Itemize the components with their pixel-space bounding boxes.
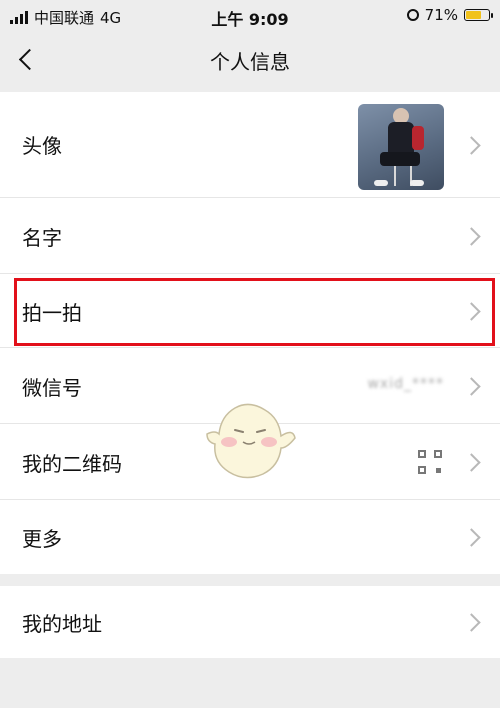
row-label: 名字 [22, 226, 62, 250]
chevron-right-icon [462, 136, 481, 155]
qr-code-icon [418, 450, 442, 474]
alarm-icon [406, 9, 419, 21]
status-right: 71% [406, 6, 493, 24]
chevron-right-icon [462, 613, 481, 632]
avatar [358, 104, 444, 190]
row-name[interactable]: 名字 [0, 198, 500, 274]
row-label: 微信号 [22, 376, 82, 400]
row-pat[interactable]: 拍一拍 [0, 274, 500, 348]
wechat-id-value: wxid_**** [367, 376, 444, 392]
address-list: 我的地址 [0, 586, 500, 658]
chevron-right-icon [462, 528, 481, 547]
row-label: 头像 [22, 134, 62, 158]
chevron-right-icon [462, 453, 481, 472]
row-my-address[interactable]: 我的地址 [0, 586, 500, 658]
battery-percent: 71% [424, 6, 458, 24]
status-bar: 中国联通 4G 上午 9:09 71% [0, 0, 500, 32]
mascot-watermark-icon [206, 403, 296, 479]
battery-icon [464, 9, 493, 21]
chevron-right-icon [462, 302, 481, 321]
page-title: 个人信息 [210, 50, 290, 74]
navigation-bar: 个人信息 [0, 32, 500, 88]
chevron-right-icon [462, 377, 481, 396]
chevron-right-icon [462, 227, 481, 246]
row-label: 我的地址 [22, 612, 102, 636]
row-avatar[interactable]: 头像 [0, 92, 500, 198]
row-label: 拍一拍 [22, 301, 82, 325]
row-label: 更多 [22, 527, 62, 551]
row-more[interactable]: 更多 [0, 500, 500, 574]
row-label: 我的二维码 [22, 452, 122, 476]
profile-info-list: 头像 名字 拍一拍 微信号 wxid_**** 我的二维码 更多 [0, 92, 500, 574]
